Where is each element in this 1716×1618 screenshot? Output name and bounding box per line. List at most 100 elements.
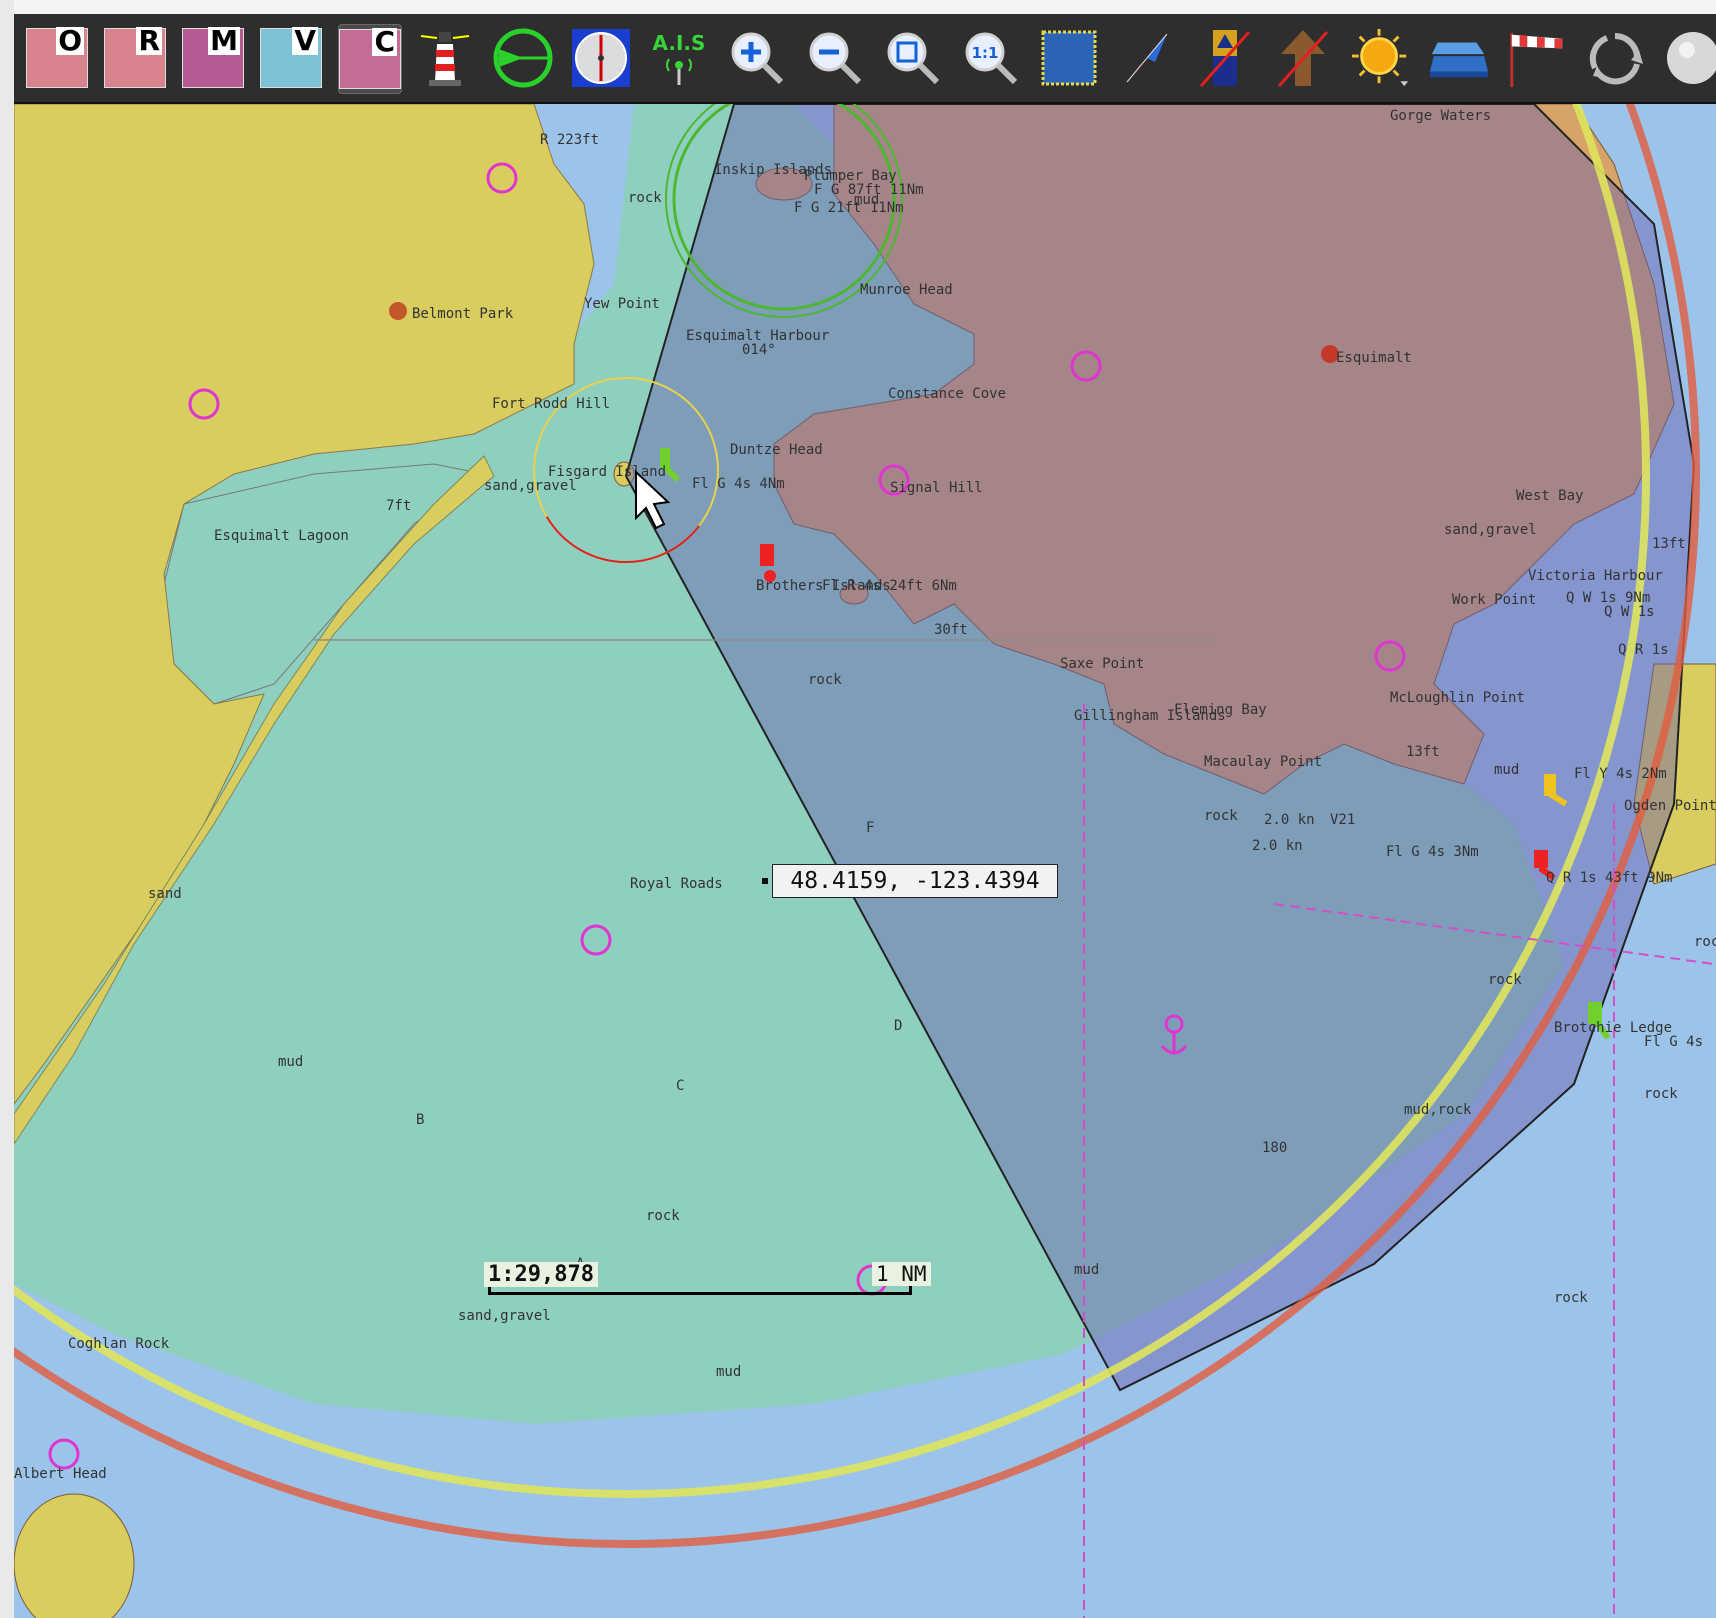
svg-text:mud: mud <box>278 1054 303 1070</box>
zoom-1-1-label: 1:1 <box>972 44 999 62</box>
route-icon <box>1126 33 1168 83</box>
svg-text:Esquimalt Lagoon: Esquimalt Lagoon <box>214 528 349 544</box>
zoom-1-1-button[interactable]: 1:1 <box>960 24 1022 92</box>
chart-quilt-m-button[interactable]: M <box>182 24 244 92</box>
north-up-button[interactable] <box>1194 24 1256 92</box>
belmont-park-marker <box>389 302 407 320</box>
chart-quilt-o-button[interactable]: O <box>26 24 88 92</box>
windsock-button[interactable] <box>1506 24 1568 92</box>
globe-icon <box>1667 32 1716 84</box>
cursor-position-dot <box>762 878 768 884</box>
svg-text:2.0 kn: 2.0 kn <box>1264 812 1315 828</box>
nautical-chart[interactable]: Gorge Waters Inskip Islands Plumper Bay … <box>14 104 1716 1618</box>
svg-text:Saxe Point: Saxe Point <box>1060 656 1144 672</box>
svg-text:Constance Cove: Constance Cove <box>888 386 1006 402</box>
svg-text:Work Point: Work Point <box>1452 592 1536 608</box>
course-up-button[interactable] <box>1272 24 1334 92</box>
svg-text:Munroe Head: Munroe Head <box>860 282 953 298</box>
ais-antenna-icon <box>666 58 692 85</box>
svg-text:mud,rock: mud,rock <box>1404 1102 1472 1118</box>
chart-thumbnail-icon: V <box>260 27 322 88</box>
svg-text:Fleming Bay: Fleming Bay <box>1174 702 1267 718</box>
zoom-in-button[interactable] <box>726 24 788 92</box>
ais-button[interactable]: A.I.S <box>648 24 710 92</box>
scale-ratio: 1:29,878 <box>484 1262 598 1287</box>
window-left-edge <box>0 0 15 1618</box>
svg-text:F G 21ft 11Nm: F G 21ft 11Nm <box>794 200 904 216</box>
range-ring-button[interactable] <box>492 24 554 92</box>
svg-text:sand,gravel: sand,gravel <box>1444 522 1537 538</box>
svg-text:West Bay: West Bay <box>1516 488 1583 504</box>
svg-text:mud: mud <box>1494 762 1519 778</box>
compass-icon <box>572 29 630 87</box>
svg-text:mud: mud <box>716 1364 741 1380</box>
lighthouse-button[interactable] <box>414 24 476 92</box>
refresh-button[interactable] <box>1584 24 1646 92</box>
svg-text:Victoria Harbour: Victoria Harbour <box>1528 568 1663 584</box>
chart-outline-button[interactable] <box>1038 24 1100 92</box>
svg-text:30ft: 30ft <box>934 622 968 638</box>
svg-text:R 223ft: R 223ft <box>540 132 599 148</box>
svg-text:B: B <box>416 1112 424 1128</box>
svg-text:Albert Head: Albert Head <box>14 1466 107 1482</box>
chart-quilt-c-button[interactable]: C <box>338 24 402 94</box>
svg-text:Fl G 4s: Fl G 4s <box>1644 1034 1703 1050</box>
svg-text:Fl R 4s 24ft 6Nm: Fl R 4s 24ft 6Nm <box>822 578 957 594</box>
svg-text:Fl G 4s 4Nm: Fl G 4s 4Nm <box>692 476 785 492</box>
svg-text:rock: rock <box>808 672 842 688</box>
toolbar: O R M V C A.I.S 1:1 <box>14 14 1716 104</box>
svg-text:sand: sand <box>148 886 182 902</box>
zoom-box-icon <box>887 32 940 85</box>
zoom-box-button[interactable] <box>882 24 944 92</box>
globe-button[interactable] <box>1662 24 1716 92</box>
chart-quilt-r-button[interactable]: R <box>104 24 166 92</box>
layers-icon <box>1429 42 1489 78</box>
svg-text:Q R 1s: Q R 1s <box>1618 642 1669 658</box>
range-ring-icon <box>493 28 553 88</box>
chart-thumbnail-icon: M <box>182 27 244 88</box>
refresh-icon <box>1589 33 1643 85</box>
chart-thumbnail-icon: C <box>339 28 401 89</box>
svg-text:Royal Roads: Royal Roads <box>630 876 723 892</box>
svg-text:rock: rock <box>1204 808 1238 824</box>
svg-text:Q W 1s: Q W 1s <box>1604 604 1655 620</box>
course-up-icon <box>1277 30 1329 87</box>
svg-text:mud: mud <box>1074 1262 1099 1278</box>
chart-quilt-v-button[interactable]: V <box>260 24 322 92</box>
svg-text:13ft: 13ft <box>1652 536 1686 552</box>
zoom-1-1-icon: 1:1 <box>965 32 1018 85</box>
svg-text:rock: rock <box>1488 972 1522 988</box>
ais-label: A.I.S <box>652 31 706 55</box>
lighthouse-icon <box>420 32 470 86</box>
svg-text:sand,gravel: sand,gravel <box>484 478 577 494</box>
svg-text:McLoughlin Point: McLoughlin Point <box>1390 690 1525 706</box>
window-top-edge <box>14 0 1716 15</box>
svg-text:Fl G 4s 3Nm: Fl G 4s 3Nm <box>1386 844 1479 860</box>
svg-text:F: F <box>866 820 874 836</box>
svg-text:Coghlan Rock: Coghlan Rock <box>68 1336 170 1352</box>
sun-button[interactable] <box>1350 24 1412 92</box>
svg-text:Yew Point: Yew Point <box>584 296 660 312</box>
layers-button[interactable] <box>1428 24 1490 92</box>
svg-text:Belmont Park: Belmont Park <box>412 306 514 322</box>
svg-text:sand,gravel: sand,gravel <box>458 1308 551 1324</box>
route-button[interactable] <box>1116 24 1178 92</box>
compass-button[interactable] <box>570 24 632 92</box>
svg-text:180: 180 <box>1262 1140 1287 1156</box>
svg-text:Q R 1s 43ft 9Nm: Q R 1s 43ft 9Nm <box>1546 870 1672 886</box>
svg-text:rock: rock <box>1644 1086 1678 1102</box>
chart-canvas[interactable]: Gorge Waters Inskip Islands Plumper Bay … <box>14 104 1716 1618</box>
zoom-out-icon <box>809 32 862 85</box>
svg-text:rock: rock <box>628 190 662 206</box>
chart-thumbnail-icon: R <box>104 27 166 88</box>
svg-text:Gorge Waters: Gorge Waters <box>1390 108 1491 124</box>
svg-text:Macaulay Point: Macaulay Point <box>1204 754 1322 770</box>
coghlan-land <box>14 1493 135 1618</box>
zoom-in-icon <box>731 32 784 85</box>
svg-text:7ft: 7ft <box>386 498 411 514</box>
svg-text:Ogden Point: Ogden Point <box>1624 798 1716 814</box>
svg-text:2.0 kn: 2.0 kn <box>1252 838 1303 854</box>
svg-text:V21: V21 <box>1330 812 1355 828</box>
zoom-out-button[interactable] <box>804 24 866 92</box>
svg-text:014°: 014° <box>742 342 776 358</box>
